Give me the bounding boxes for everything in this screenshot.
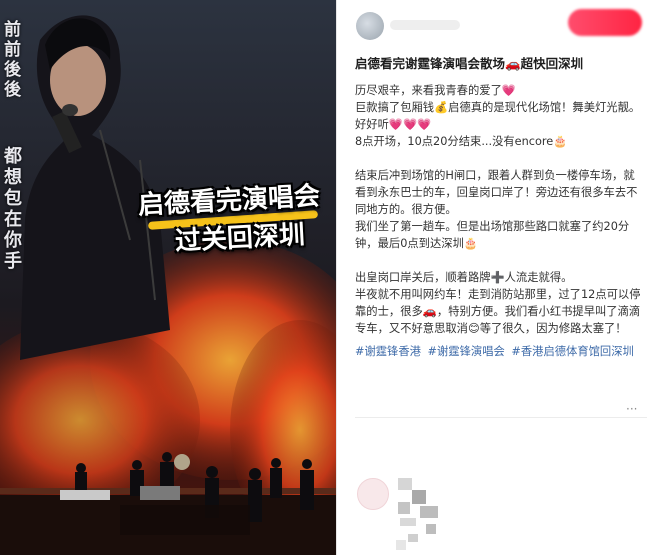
post-paragraph: 出皇岗口岸关后，顺着路牌➕人流走就得。: [355, 271, 573, 284]
post-paragraph: 半夜就不用叫网约车！走到消防站那里，过了12点可以停靠的士，很多🚗，特别方便。我…: [355, 288, 641, 335]
author-avatar[interactable]: [356, 12, 384, 40]
redacted-comment-block: [398, 502, 410, 514]
post-paragraph: 历尽艰辛，来看我青春的爱了💗: [355, 84, 516, 97]
vertical-lyric-bottom: 都想包在你手: [4, 146, 22, 272]
redacted-comment-block: [396, 540, 406, 550]
redacted-comment-block: [398, 478, 412, 490]
hashtag-link[interactable]: #香港启德体育馆回深圳: [511, 345, 633, 358]
post-paragraph: 结束后冲到场馆的H闸口，跟着人群到负一楼停车场，就看到永东巴士的车，回皇岗口岸了…: [355, 169, 638, 216]
commenter-avatar[interactable]: [357, 478, 389, 510]
vertical-lyric-top: 前前後後: [4, 20, 21, 100]
post-paragraph: 我们坐了第一趟车。但是出场馆那些路口就塞了约20分钟，最后0点到达深圳🎂: [355, 220, 630, 250]
hashtag-link[interactable]: #谢霆锋香港: [355, 345, 421, 358]
post-paragraph: 巨款搞了包厢钱💰启德真的是现代化场馆！舞美灯光靓。好好听💗💗💗: [355, 101, 641, 131]
follow-button[interactable]: [568, 9, 642, 36]
concert-photo: [0, 0, 336, 555]
comments-divider: [355, 417, 647, 418]
post-body: 历尽艰辛，来看我青春的爱了💗 巨款搞了包厢钱💰启德真的是现代化场馆！舞美灯光靓。…: [355, 82, 645, 360]
post-media-image[interactable]: 前前後後 都想包在你手 启德看完演唱会 过关回深圳: [0, 0, 336, 555]
author-name-redacted[interactable]: [390, 20, 460, 30]
redacted-comment-block: [426, 524, 436, 534]
post-title: 启德看完谢霆锋演唱会散场🚗超快回深圳: [355, 56, 584, 71]
media-overlay-title: 启德看完演唱会 过关回深圳: [118, 176, 336, 263]
post-paragraph: 8点开场，10点20分结束...没有encore🎂: [355, 135, 568, 148]
redacted-comment-block: [412, 490, 426, 504]
hashtag-list: #谢霆锋香港 #谢霆锋演唱会 #香港启德体育馆回深圳: [355, 343, 645, 360]
hashtag-link[interactable]: #谢霆锋演唱会: [428, 345, 505, 358]
redacted-comment-block: [400, 518, 416, 526]
redacted-comment-block: [408, 534, 418, 542]
redacted-comment-block: [420, 506, 438, 518]
more-options-icon[interactable]: ···: [626, 402, 637, 416]
